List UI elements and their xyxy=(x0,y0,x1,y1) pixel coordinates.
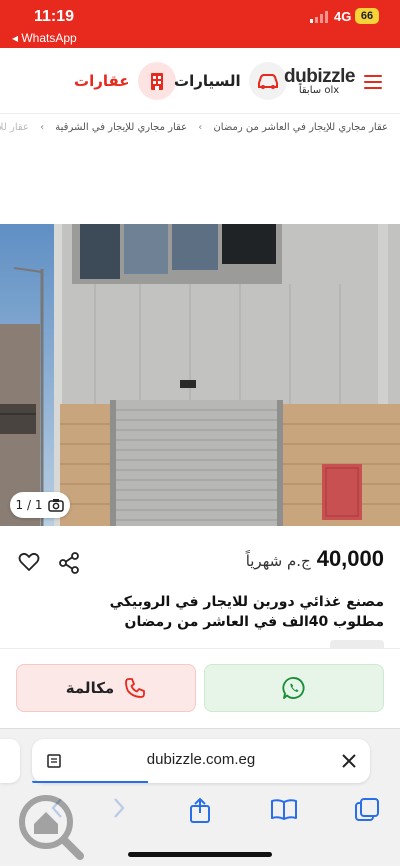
tabs-icon[interactable] xyxy=(354,797,380,823)
listing-title-line: مصنع غذائي دورين للايجار في الروبيكي xyxy=(109,594,384,610)
category-real-estate[interactable]: عقارات xyxy=(66,62,176,100)
battery-indicator: 66 xyxy=(355,8,379,24)
price-amount: 40,000 xyxy=(316,546,384,571)
home-indicator[interactable] xyxy=(128,852,272,857)
price-row: 40,000 ج.م شهرياً xyxy=(0,540,400,584)
category-label-real-estate: عقارات xyxy=(74,72,130,90)
whatsapp-button[interactable] xyxy=(204,664,384,712)
url-text: dubizzle.com.eg xyxy=(146,751,256,768)
back-to-app-link[interactable]: ◂ WhatsApp xyxy=(12,31,77,45)
status-bar: 11:19 ◂ WhatsApp 4G 66 xyxy=(0,0,400,48)
bookmarks-icon[interactable] xyxy=(270,797,298,821)
category-cars[interactable]: السيارات xyxy=(166,62,287,100)
search-home-watermark-icon xyxy=(19,795,84,860)
call-button[interactable]: مكالمة xyxy=(16,664,196,712)
photo-counter-badge[interactable]: 1 / 1 xyxy=(10,492,70,518)
breadcrumb-item[interactable]: عقار مجاري للإيجار في الشرقية xyxy=(55,122,187,133)
breadcrumb-item[interactable]: عقار مجاري للإيجار في العاشر من رمضان xyxy=(213,122,388,133)
favorite-heart-icon[interactable] xyxy=(18,552,40,572)
clock: 11:19 xyxy=(34,8,75,25)
breadcrumb-item[interactable]: عقار للإيجار xyxy=(0,122,29,133)
close-icon[interactable] xyxy=(340,752,358,770)
network-type: 4G xyxy=(334,9,352,24)
car-icon xyxy=(248,62,287,100)
breadcrumb: عقار مجاري للإيجار في العاشر من رمضان › … xyxy=(0,122,400,144)
price-unit: ج.م شهرياً xyxy=(245,552,311,570)
hamburger-menu-icon[interactable] xyxy=(364,75,382,89)
price: 40,000 ج.م شهرياً xyxy=(246,546,384,572)
whatsapp-icon xyxy=(282,677,305,699)
photo-counter: 1 / 1 xyxy=(15,498,43,512)
address-bar[interactable]: dubizzle.com.eg xyxy=(32,739,370,783)
dubizzle-logo[interactable]: dubizzle سابقاً olx xyxy=(284,66,355,96)
site-header: عقارات السيارات dubizzle سابقاً olx xyxy=(0,48,400,114)
camera-icon xyxy=(48,499,65,512)
listing-title-line: مطلوب 40الف في العاشر من رمضان xyxy=(124,614,384,630)
share-icon[interactable] xyxy=(58,552,80,574)
divider xyxy=(0,648,400,649)
category-label-cars: السيارات xyxy=(174,72,241,90)
listing-photo[interactable] xyxy=(0,224,400,526)
listing-title: مصنع غذائي دورين للايجار في الروبيكي مطل… xyxy=(10,592,384,632)
share-sheet-icon[interactable] xyxy=(188,797,212,823)
signal-icon xyxy=(310,11,328,23)
load-progress-bar xyxy=(32,781,148,783)
forward-arrow-icon[interactable] xyxy=(112,797,126,819)
hidden-tag xyxy=(330,640,384,648)
phone-icon xyxy=(125,678,146,698)
call-button-label: مكالمة xyxy=(65,679,115,697)
previous-tab[interactable] xyxy=(0,739,20,783)
